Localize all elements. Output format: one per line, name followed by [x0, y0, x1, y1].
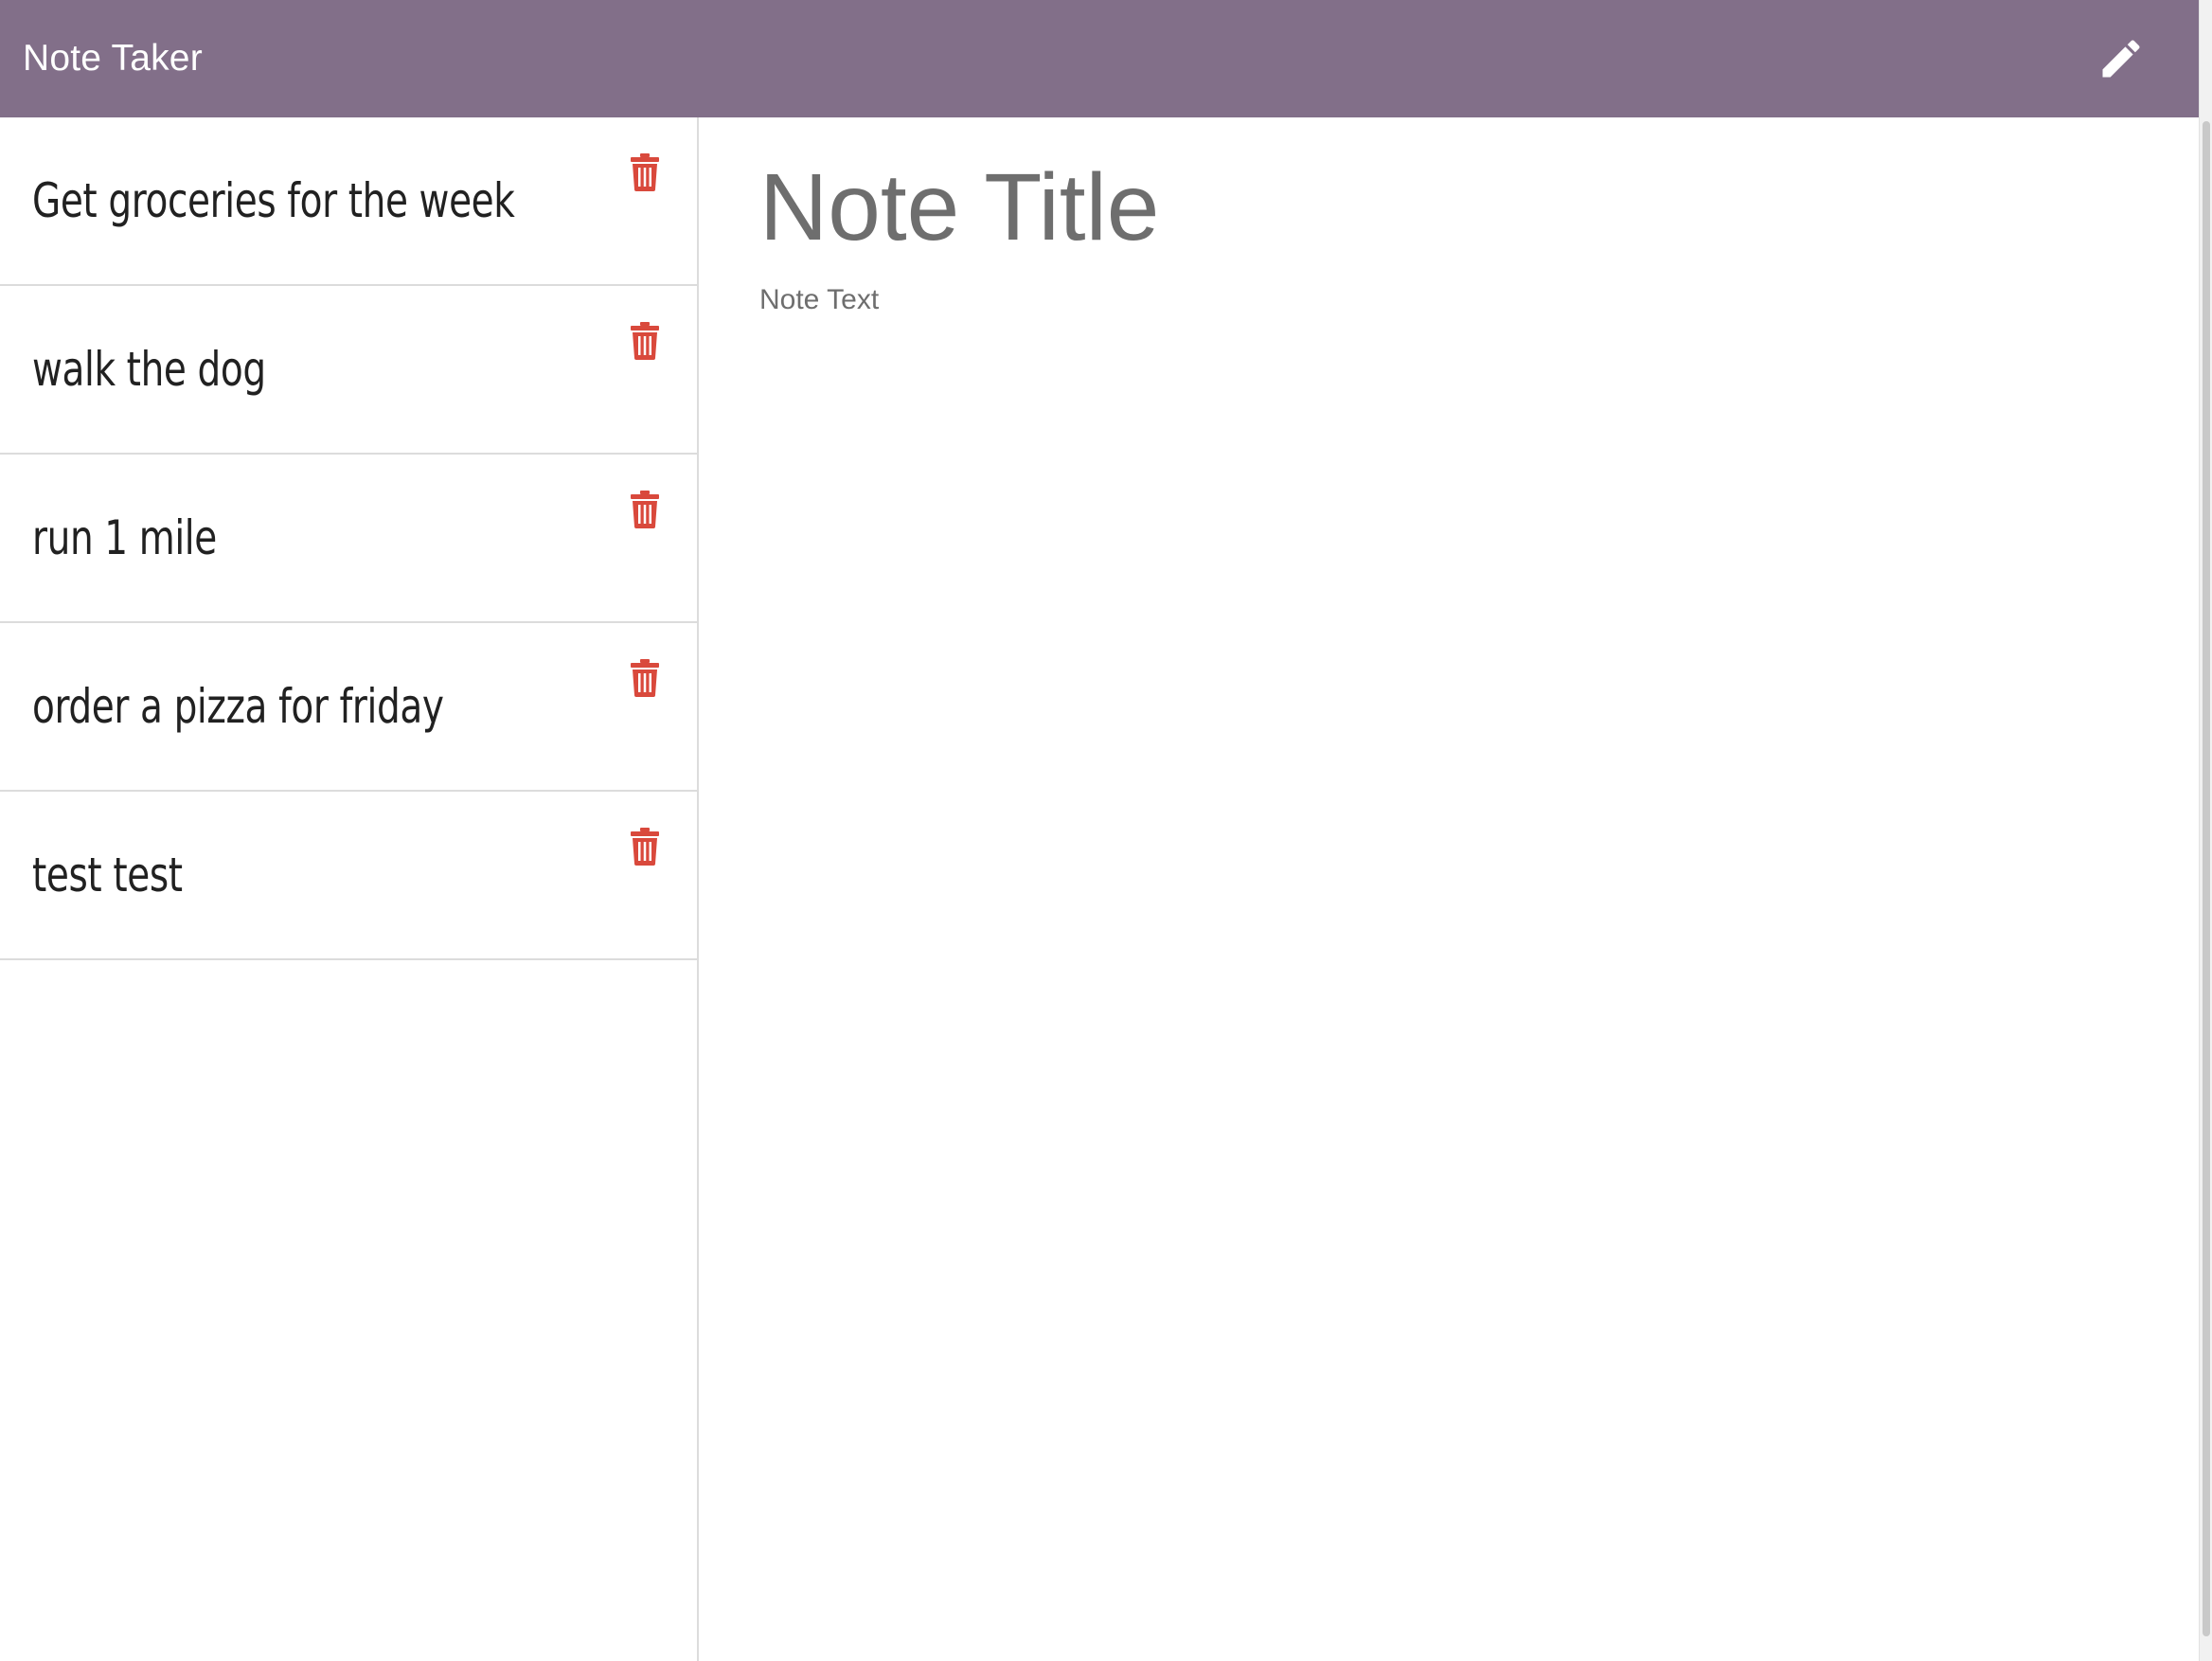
trash-icon [631, 491, 659, 528]
delete-note-button[interactable] [629, 491, 661, 528]
note-item-title[interactable]: walk the dog [32, 342, 266, 397]
note-title-input[interactable] [759, 146, 2085, 269]
new-note-button[interactable] [2093, 30, 2150, 87]
trash-icon [631, 659, 659, 697]
trash-icon [631, 153, 659, 191]
page-scrollbar[interactable] [2199, 0, 2212, 1661]
delete-note-button[interactable] [629, 322, 661, 360]
note-list-item[interactable]: test test [0, 792, 697, 960]
note-item-title[interactable]: order a pizza for friday [32, 679, 444, 734]
app-brand[interactable]: Note Taker [23, 38, 203, 80]
note-list-item[interactable]: walk the dog [0, 286, 697, 455]
note-list: Get groceries for the week walk the dog [0, 117, 697, 960]
note-item-title[interactable]: test test [32, 848, 183, 902]
pencil-icon [2102, 40, 2140, 78]
note-item-title[interactable]: run 1 mile [32, 510, 217, 565]
trash-icon [631, 322, 659, 360]
note-text-input[interactable] [759, 284, 2085, 1515]
note-list-item[interactable]: order a pizza for friday [0, 623, 697, 792]
note-editor [701, 117, 2199, 1661]
delete-note-button[interactable] [629, 153, 661, 191]
note-item-title[interactable]: Get groceries for the week [32, 173, 515, 228]
delete-note-button[interactable] [629, 828, 661, 866]
trash-icon [631, 828, 659, 866]
delete-note-button[interactable] [629, 659, 661, 697]
note-list-panel: Get groceries for the week walk the dog [0, 117, 699, 1661]
note-list-item[interactable]: Get groceries for the week [0, 117, 697, 286]
navbar: Note Taker [0, 0, 2199, 117]
scrollbar-thumb[interactable] [2203, 121, 2210, 1636]
note-list-item[interactable]: run 1 mile [0, 455, 697, 623]
